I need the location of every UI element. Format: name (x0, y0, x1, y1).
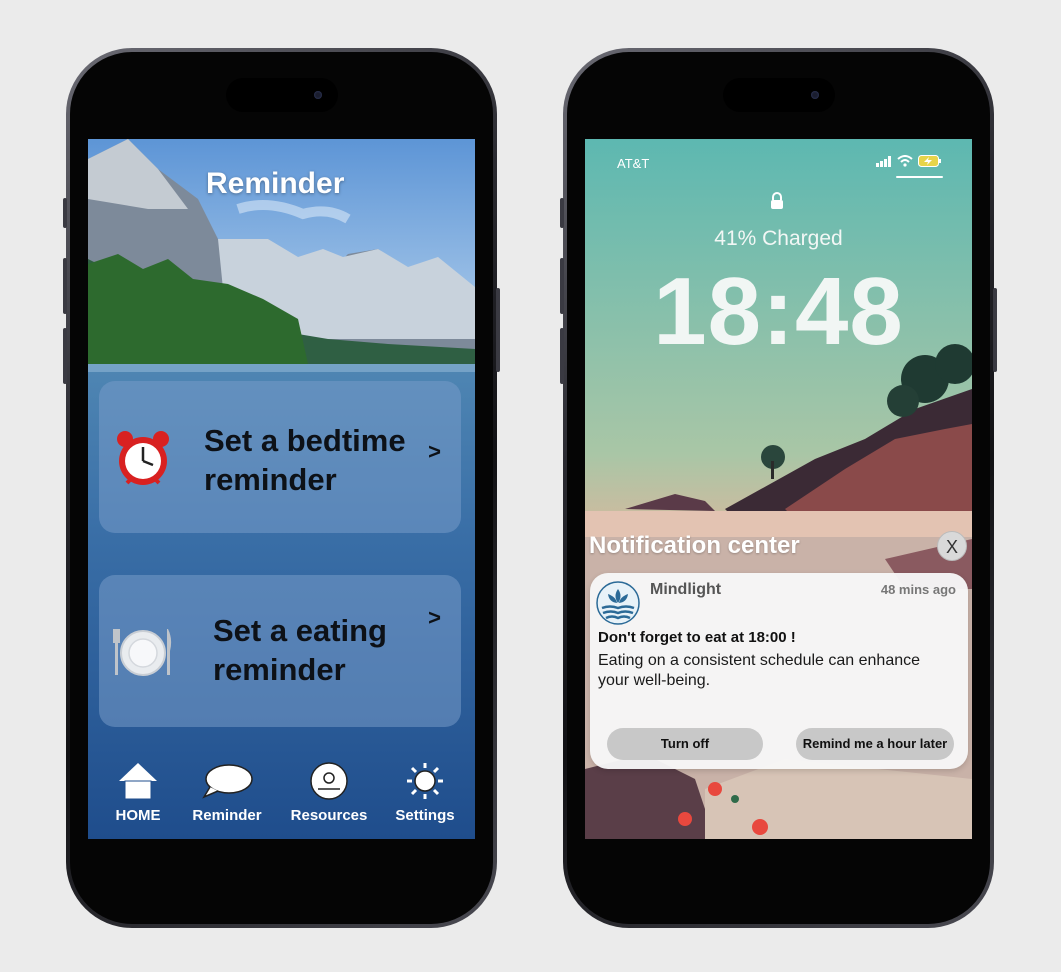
status-icons (876, 155, 942, 167)
action-button (63, 198, 67, 228)
disc-icon (310, 762, 348, 800)
tab-reminder[interactable]: Reminder (182, 761, 272, 824)
bedtime-reminder-label: Set a bedtime reminder (204, 421, 406, 499)
status-underline (896, 176, 943, 178)
eating-label-line1: Set a eating (213, 613, 387, 648)
plate-cutlery-icon (113, 629, 172, 676)
notification-body: Eating on a consistent schedule can enha… (598, 652, 921, 689)
volume-up-button (560, 258, 564, 314)
notification-center-title: Notification center (589, 532, 800, 559)
lock-screen: AT&T 41% Charged 18:48 Notification cent… (585, 139, 972, 839)
turn-off-button[interactable]: Turn off (607, 728, 763, 760)
chevron-right-icon: > (428, 605, 441, 630)
bedtime-reminder-card[interactable]: Set a bedtime reminder > (99, 381, 461, 533)
bedtime-label-line1: Set a bedtime (204, 423, 406, 458)
power-button (993, 288, 997, 372)
left-phone-frame: Reminder Set a bedtime reminder > Set a … (63, 48, 500, 928)
notification-headline: Don't forget to eat at 18:00 ! (598, 629, 796, 646)
tab-resources[interactable]: Resources (284, 761, 374, 824)
wifi-icon (897, 155, 913, 167)
speech-bubble-icon (202, 764, 253, 799)
volume-down-button (63, 328, 67, 384)
tab-settings-label: Settings (395, 807, 455, 824)
notification-time: 48 mins ago (880, 582, 956, 597)
bottom-tab-bar: HOME Reminder Resources Settings (88, 751, 475, 839)
home-icon (119, 763, 157, 800)
tab-home-label: HOME (115, 807, 161, 824)
eating-reminder-card[interactable]: Set a eating reminder > (99, 575, 461, 727)
close-button[interactable]: X (937, 531, 967, 561)
eating-reminder-label: Set a eating reminder (213, 611, 387, 689)
volume-up-button (63, 258, 67, 314)
page-title: Reminder (206, 167, 345, 200)
right-phone-body: AT&T 41% Charged 18:48 Notification cent… (567, 52, 990, 924)
dynamic-island (722, 78, 835, 112)
right-phone-frame: AT&T 41% Charged 18:48 Notification cent… (560, 48, 997, 928)
app-name: Mindlight (650, 581, 722, 598)
carrier-label: AT&T (617, 156, 650, 171)
tab-home[interactable]: HOME (93, 761, 183, 824)
lock-clock: 18:48 (653, 258, 904, 365)
volume-down-button (560, 328, 564, 384)
mindlight-lotus-icon (596, 581, 640, 625)
camera-icon (810, 91, 819, 99)
signal-icon (876, 155, 891, 167)
tab-settings[interactable]: Settings (380, 761, 470, 824)
bedtime-label-line2: reminder (204, 462, 337, 497)
camera-icon (313, 91, 322, 99)
remind-later-button[interactable]: Remind me a hour later (796, 728, 954, 760)
tab-reminder-label: Reminder (192, 807, 262, 824)
power-button (496, 288, 500, 372)
dynamic-island (225, 78, 338, 112)
sun-gear-icon (407, 763, 443, 799)
action-button (560, 198, 564, 228)
left-phone-body: Reminder Set a bedtime reminder > Set a … (70, 52, 493, 924)
eating-label-line2: reminder (213, 652, 346, 687)
battery-charging-icon (918, 155, 941, 167)
notification-card[interactable]: Mindlight 48 mins ago Don't forget to ea… (590, 573, 968, 769)
charge-status: 41% Charged (714, 227, 843, 250)
lock-icon (771, 192, 783, 209)
chevron-right-icon: > (428, 439, 441, 464)
reminder-screen: Reminder Set a bedtime reminder > Set a … (88, 139, 475, 839)
alarm-clock-icon (117, 431, 169, 485)
tab-resources-label: Resources (290, 807, 368, 824)
